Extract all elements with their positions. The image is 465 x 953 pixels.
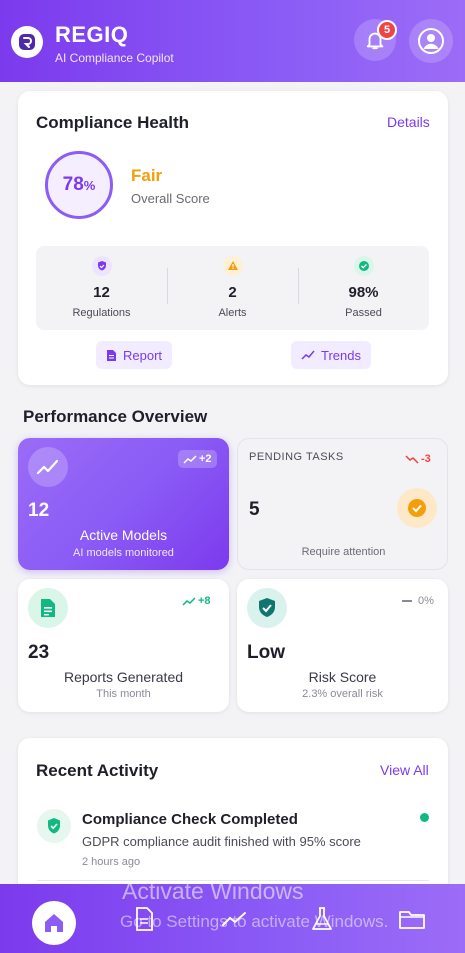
tile-number: 5 bbox=[249, 499, 260, 520]
tile-heading: PENDING TASKS bbox=[249, 451, 344, 463]
notification-badge: 5 bbox=[377, 20, 397, 40]
stat-value: 98% bbox=[348, 284, 379, 301]
stat-alerts[interactable]: 2 Alerts bbox=[167, 246, 298, 330]
compliance-health-card: Compliance Health Details 78% Fair Overa… bbox=[18, 91, 448, 385]
stat-regulations[interactable]: 12 Regulations bbox=[36, 246, 167, 330]
document-icon bbox=[107, 349, 116, 361]
check-circle-icon bbox=[397, 488, 437, 528]
tile-number: 23 bbox=[28, 642, 50, 663]
report-button-label: Report bbox=[123, 347, 163, 363]
trend-value: +2 bbox=[199, 453, 212, 465]
score-value: 78 bbox=[62, 174, 84, 195]
activity-title: Compliance Check Completed bbox=[82, 811, 298, 828]
stat-value: 2 bbox=[228, 284, 237, 301]
report-button[interactable]: Report bbox=[96, 341, 173, 369]
stat-value: 12 bbox=[93, 284, 110, 301]
stat-label: Regulations bbox=[72, 307, 131, 319]
check-circle-icon bbox=[354, 256, 374, 276]
trend-badge: -3 bbox=[405, 453, 431, 465]
tile-subtitle: AI models monitored bbox=[73, 547, 174, 559]
section-title: Performance Overview bbox=[23, 407, 208, 426]
status-dot bbox=[420, 813, 429, 822]
trend-down-icon bbox=[405, 454, 419, 464]
folder-icon bbox=[399, 911, 425, 929]
score-ring: 78% bbox=[45, 151, 113, 219]
shield-check-icon bbox=[37, 809, 71, 843]
nav-files[interactable] bbox=[392, 899, 432, 939]
tile-label: Reports Generated bbox=[63, 669, 184, 685]
warning-icon bbox=[223, 256, 243, 276]
trend-up-icon bbox=[182, 596, 196, 606]
trend-up-icon bbox=[301, 350, 315, 360]
recent-activity-card: Recent Activity View All Compliance Chec… bbox=[18, 738, 448, 898]
app-header: REGIQ AI Compliance Copilot 5 bbox=[0, 0, 465, 82]
logo-icon bbox=[11, 26, 43, 58]
shield-icon bbox=[92, 256, 112, 276]
trend-line-icon bbox=[28, 447, 68, 487]
document-icon bbox=[28, 588, 68, 628]
trends-button-label: Trends bbox=[321, 347, 361, 363]
score-label: Overall Score bbox=[131, 191, 210, 206]
trend-badge: +8 bbox=[182, 595, 211, 607]
score-rating: Fair bbox=[131, 166, 163, 185]
pending-tasks-tile[interactable]: PENDING TASKS -3 5 Require attention bbox=[237, 438, 448, 570]
tile-subtitle: 2.3% overall risk bbox=[302, 688, 383, 700]
tile-subtitle: Require attention bbox=[301, 546, 386, 558]
tile-number: Low bbox=[247, 642, 285, 663]
tile-label: Risk Score bbox=[308, 669, 377, 685]
activity-description: GDPR compliance audit finished with 95% … bbox=[82, 834, 361, 849]
profile-button[interactable] bbox=[409, 19, 453, 63]
reports-generated-tile[interactable]: +8 23 Reports Generated This month bbox=[18, 579, 229, 712]
tile-label: Active Models bbox=[79, 527, 168, 543]
shield-check-icon bbox=[247, 588, 287, 628]
trend-up-icon bbox=[183, 454, 197, 464]
stats-panel: 12 Regulations 2 Alerts 98% Passed bbox=[36, 246, 429, 330]
dash-icon bbox=[402, 600, 412, 602]
tile-number: 12 bbox=[28, 500, 50, 521]
stat-label: Alerts bbox=[218, 307, 247, 319]
trend-value: 0% bbox=[418, 595, 434, 607]
tile-subtitle: This month bbox=[96, 688, 151, 700]
activation-watermark-title: Activate Windows bbox=[122, 878, 304, 904]
trend-badge: 0% bbox=[402, 595, 434, 607]
card-title: Recent Activity bbox=[36, 761, 159, 780]
brand-tagline: AI Compliance Copilot bbox=[55, 51, 174, 65]
trends-button[interactable]: Trends bbox=[291, 341, 371, 369]
details-link[interactable]: Details bbox=[387, 114, 430, 130]
activation-watermark-subtitle: Go to Settings to activate Windows. bbox=[120, 912, 389, 931]
home-icon bbox=[45, 914, 63, 932]
card-title: Compliance Health bbox=[36, 113, 190, 132]
nav-home[interactable] bbox=[32, 901, 76, 945]
trend-value: -3 bbox=[421, 453, 431, 465]
trend-value: +8 bbox=[198, 595, 211, 607]
risk-score-tile[interactable]: 0% Low Risk Score 2.3% overall risk bbox=[237, 579, 448, 712]
stat-label: Passed bbox=[345, 307, 382, 319]
activity-time: 2 hours ago bbox=[82, 856, 141, 868]
score-unit: % bbox=[83, 177, 96, 193]
user-icon bbox=[418, 28, 444, 54]
active-models-tile[interactable]: +2 12 Active Models AI models monitored bbox=[18, 438, 229, 570]
trend-badge: +2 bbox=[178, 450, 217, 468]
brand-name: REGIQ bbox=[55, 22, 129, 47]
stat-passed[interactable]: 98% Passed bbox=[298, 246, 429, 330]
view-all-link[interactable]: View All bbox=[380, 762, 429, 778]
